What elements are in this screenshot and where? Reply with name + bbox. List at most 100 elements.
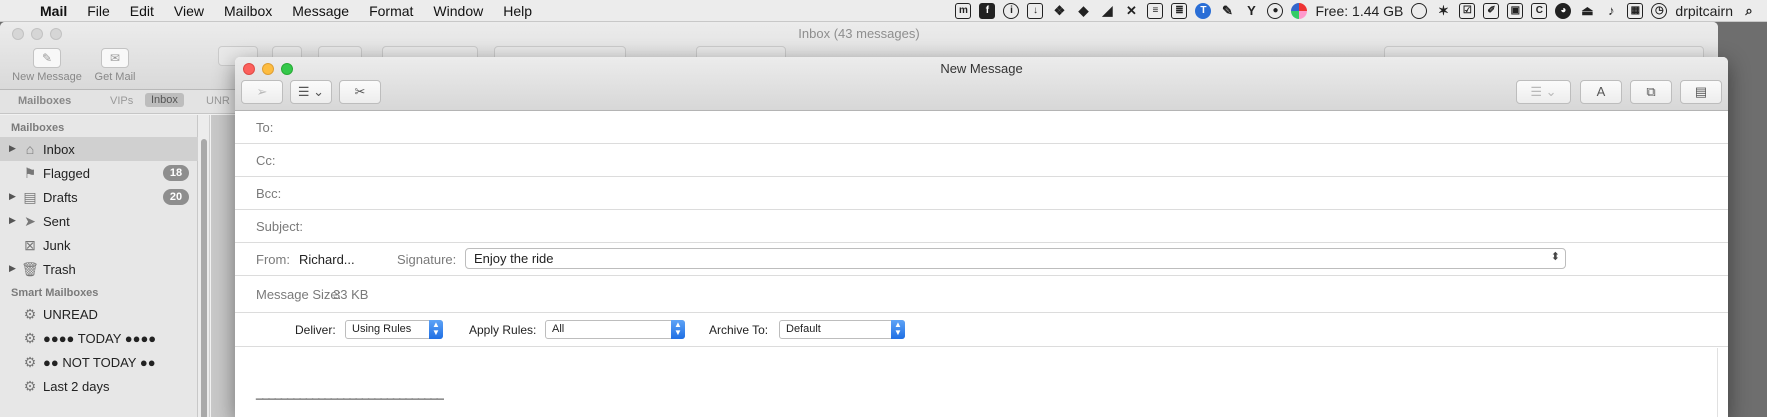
notes-icon[interactable]: ≡ bbox=[1147, 3, 1164, 19]
spotlight-search-icon[interactable]: ⌕ bbox=[1741, 3, 1757, 19]
inbox-icon: ⌂ bbox=[25, 141, 35, 157]
message-size-value: 33 KB bbox=[333, 287, 369, 302]
circle-icon[interactable] bbox=[1411, 3, 1428, 19]
get-mail-button[interactable]: ✉ Get Mail bbox=[80, 48, 150, 83]
burst-icon[interactable]: ✶ bbox=[1435, 3, 1451, 19]
menu-mailbox[interactable]: Mailbox bbox=[214, 3, 282, 19]
photo-browser-button[interactable]: ⧉ bbox=[1630, 80, 1672, 104]
signature-select[interactable]: Enjoy the ride ⬍ bbox=[465, 248, 1566, 269]
message-size-row: Message Size: 33 KB bbox=[235, 276, 1728, 313]
disclosure-triangle-icon[interactable]: ▶ bbox=[9, 143, 16, 154]
sidebar-item-inbox[interactable]: ▶ ⌂ Inbox bbox=[0, 137, 198, 161]
format-font-button[interactable]: A bbox=[1580, 80, 1622, 104]
checklist-icon[interactable]: ☑ bbox=[1459, 3, 1476, 19]
drafts-count-badge: 20 bbox=[163, 189, 189, 205]
evernote-icon[interactable]: ✎ bbox=[1219, 3, 1235, 19]
sidebar-item-junk[interactable]: ⊠ Junk bbox=[0, 233, 198, 257]
scroll-thumb[interactable] bbox=[201, 139, 207, 417]
disclosure-triangle-icon[interactable]: ▶ bbox=[9, 215, 16, 226]
menu-edit[interactable]: Edit bbox=[120, 3, 164, 19]
user-name[interactable]: drpitcairn bbox=[1675, 3, 1733, 19]
from-row: From: Richard... Signature: Enjoy the ri… bbox=[235, 243, 1728, 276]
menu-message[interactable]: Message bbox=[282, 3, 359, 19]
to-row[interactable]: To: bbox=[235, 111, 1728, 144]
panda-icon[interactable]: ◕ bbox=[1555, 3, 1572, 19]
paperclip-icon: ✂ bbox=[354, 84, 366, 99]
toggle-icon[interactable]: ● bbox=[1267, 3, 1284, 19]
attach-button[interactable]: ✂ bbox=[339, 80, 381, 104]
gear-icon: ⚙ bbox=[23, 306, 37, 322]
message-body[interactable]: ______________________________ bbox=[235, 348, 1728, 417]
flag-icon: ⚑ bbox=[23, 165, 37, 181]
vips-favorite[interactable]: VIPs bbox=[110, 95, 133, 107]
calendar-icon[interactable]: ▦ bbox=[1627, 3, 1644, 19]
sidebar-item-not-today[interactable]: ⚙ ●● NOT TODAY ●● bbox=[0, 350, 198, 374]
screen-icon[interactable]: ▣ bbox=[1507, 3, 1524, 19]
clipboard-icon[interactable]: ≣ bbox=[1171, 3, 1188, 19]
disclosure-triangle-icon[interactable]: ▶ bbox=[9, 263, 16, 274]
to-label: To: bbox=[256, 120, 274, 135]
menu-view[interactable]: View bbox=[164, 3, 214, 19]
unread-favorite[interactable]: UNR bbox=[206, 95, 230, 107]
volume-icon[interactable]: ♪ bbox=[1603, 3, 1619, 19]
new-message-window: New Message ➢ ☰ ⌄ ✂ ☰ ⌄ A ⧉ ▤ To: Cc: Bc… bbox=[235, 57, 1728, 417]
deliver-label: Deliver: bbox=[295, 323, 336, 337]
menu-file[interactable]: File bbox=[77, 3, 120, 19]
facebook-icon[interactable]: f bbox=[979, 3, 996, 19]
sparkle-icon[interactable]: ❖ bbox=[1051, 3, 1067, 19]
trash-icon: 🗑 bbox=[21, 261, 39, 277]
from-select[interactable]: Richard... bbox=[299, 252, 355, 267]
color-wheel-icon[interactable] bbox=[1291, 3, 1308, 19]
mailbox-sidebar: Mailboxes ▶ ⌂ Inbox ⚑ Flagged 18 ▶ ▤ Dra… bbox=[0, 115, 198, 417]
sidebar-item-drafts[interactable]: ▶ ▤ Drafts 20 bbox=[0, 185, 198, 209]
sidebar-item-flagged[interactable]: ⚑ Flagged 18 bbox=[0, 161, 198, 185]
send-button[interactable]: ➢ bbox=[241, 80, 283, 104]
signal-icon[interactable]: ◢ bbox=[1099, 3, 1115, 19]
deliver-popup[interactable]: Using Rules ▲ ▼ bbox=[345, 320, 443, 339]
inbox-favorite[interactable]: Inbox bbox=[145, 93, 184, 107]
sidebar-scrollbar[interactable] bbox=[198, 115, 210, 417]
cc-row[interactable]: Cc: bbox=[235, 144, 1728, 177]
menu-window[interactable]: Window bbox=[423, 3, 493, 19]
tools-icon[interactable]: ✕ bbox=[1123, 3, 1139, 19]
apply-rules-popup[interactable]: All ▲ ▼ bbox=[545, 320, 685, 339]
download-icon[interactable]: ↓ bbox=[1027, 3, 1044, 19]
header-fields-button[interactable]: ☰ ⌄ bbox=[290, 80, 332, 104]
list-format-button[interactable]: ☰ ⌄ bbox=[1516, 80, 1571, 104]
body-scrollbar[interactable] bbox=[1717, 348, 1718, 417]
status-menus: m f i ↓ ❖ ◆ ◢ ✕ ≡ ≣ T ✎ Y ● Free: 1.44 G… bbox=[955, 0, 1757, 22]
new-message-button[interactable]: ✎ New Message bbox=[12, 48, 82, 83]
memory-status[interactable]: Free: 1.44 GB bbox=[1315, 3, 1403, 19]
edit-icon[interactable]: ✐ bbox=[1483, 3, 1500, 19]
archive-to-label: Archive To: bbox=[709, 323, 769, 337]
mailboxes-header: Mailboxes bbox=[11, 122, 65, 134]
dropbox-icon[interactable]: ◆ bbox=[1075, 3, 1091, 19]
menu-app[interactable]: Mail bbox=[30, 3, 77, 19]
gear-icon: ⚙ bbox=[23, 330, 37, 346]
gear-icon: ⚙ bbox=[23, 378, 37, 394]
c-app-icon[interactable]: C bbox=[1531, 3, 1548, 19]
fork-icon[interactable]: Y bbox=[1243, 3, 1259, 19]
menu-help[interactable]: Help bbox=[493, 3, 542, 19]
sidebar-item-trash[interactable]: ▶ 🗑 Trash bbox=[0, 257, 198, 281]
eject-icon[interactable]: ⏏ bbox=[1579, 3, 1595, 19]
menu-format[interactable]: Format bbox=[359, 3, 423, 19]
bcc-row[interactable]: Bcc: bbox=[235, 177, 1728, 210]
onepassword-icon[interactable]: i bbox=[1003, 3, 1020, 19]
from-label: From: bbox=[256, 252, 290, 267]
archive-to-popup[interactable]: Default ▲ ▼ bbox=[779, 320, 905, 339]
envelope-icon: ✉ bbox=[101, 48, 129, 68]
sidebar-item-sent[interactable]: ▶ ➤ Sent bbox=[0, 209, 198, 233]
stationery-button[interactable]: ▤ bbox=[1680, 80, 1722, 104]
t-app-icon[interactable]: T bbox=[1195, 3, 1212, 19]
sidebar-item-last-2-days[interactable]: ⚙ Last 2 days bbox=[0, 374, 198, 398]
sidebar-item-unread[interactable]: ⚙ UNREAD bbox=[0, 302, 198, 326]
mailboxes-toggle[interactable]: Mailboxes bbox=[18, 95, 71, 107]
popup-arrows-icon: ▲ ▼ bbox=[671, 320, 685, 339]
sidebar-item-today[interactable]: ⚙ ●●●● TODAY ●●●● bbox=[0, 326, 198, 350]
monitor-icon[interactable]: m bbox=[955, 3, 972, 19]
subject-row[interactable]: Subject: bbox=[235, 210, 1728, 243]
disclosure-triangle-icon[interactable]: ▶ bbox=[9, 191, 16, 202]
mail-window-title: Inbox (43 messages) bbox=[798, 26, 920, 41]
time-machine-icon[interactable]: ◷ bbox=[1651, 3, 1668, 19]
